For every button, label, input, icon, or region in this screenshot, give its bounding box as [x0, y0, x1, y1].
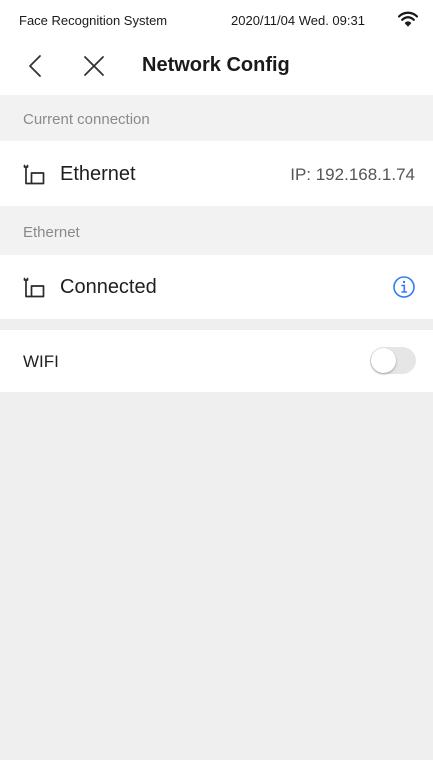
chevron-left-icon[interactable]	[24, 54, 48, 78]
current-connection-ip: IP: 192.168.1.74	[290, 165, 415, 184]
wifi-toggle-knob	[371, 348, 396, 373]
wifi-toggle[interactable]	[370, 347, 416, 374]
section-header-ethernet: Ethernet	[0, 206, 433, 255]
current-connection-type: Ethernet	[60, 163, 136, 185]
ethernet-status-row[interactable]: Connected	[0, 255, 433, 319]
status-datetime: 2020/11/04 Wed. 09:31	[231, 13, 365, 28]
nav-bar: Network Config	[0, 40, 433, 95]
status-bar: Face Recognition System 2020/11/04 Wed. …	[0, 0, 433, 40]
section-header-label: Current connection	[23, 111, 150, 128]
current-connection-row[interactable]: Ethernet IP: 192.168.1.74	[0, 141, 433, 206]
empty-content-area	[0, 392, 433, 760]
wifi-label: WIFI	[23, 352, 59, 371]
wifi-row: WIFI	[0, 330, 433, 392]
wifi-icon	[398, 11, 418, 27]
section-header-current-connection: Current connection	[0, 95, 433, 141]
ethernet-plug-icon	[23, 277, 45, 298]
page-title: Network Config	[142, 54, 290, 76]
info-icon[interactable]	[392, 275, 416, 299]
close-icon[interactable]	[82, 54, 106, 78]
status-app-name: Face Recognition System	[19, 13, 168, 28]
section-header-label: Ethernet	[23, 224, 80, 241]
ethernet-status-label: Connected	[60, 276, 157, 298]
ethernet-plug-icon	[23, 164, 45, 185]
